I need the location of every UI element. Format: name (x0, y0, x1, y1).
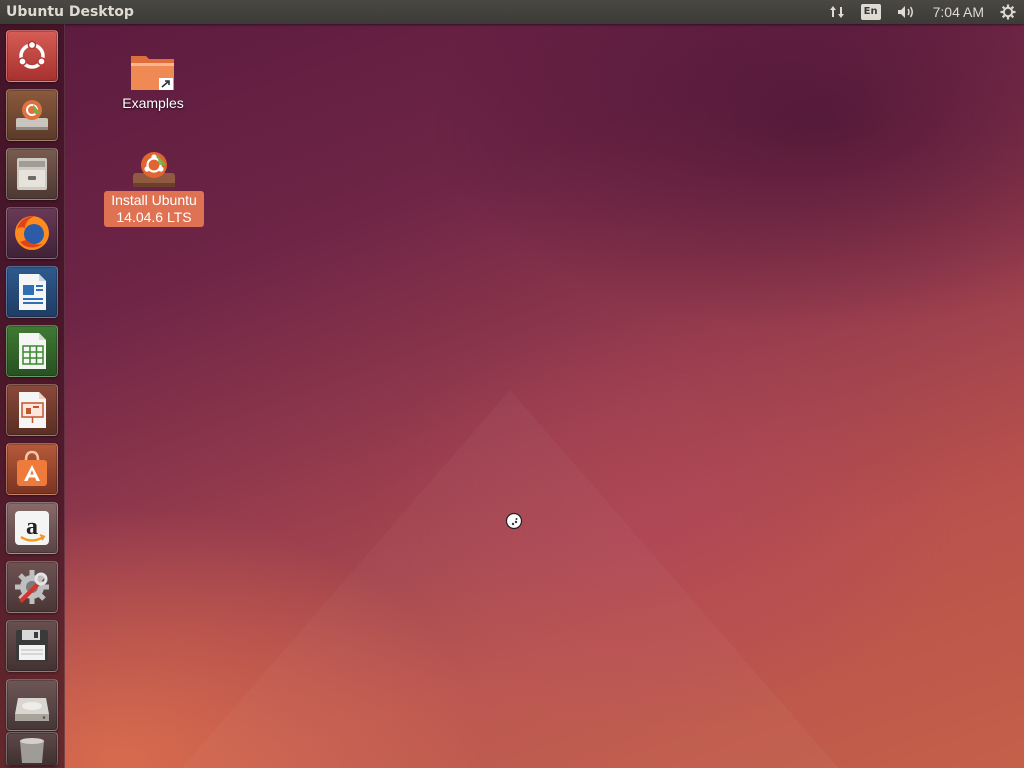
desktop-icon-label: Install Ubuntu 14.04.6 LTS (104, 191, 204, 227)
settings-gear-icon[interactable] (992, 0, 1024, 24)
file-cabinet-icon[interactable] (6, 148, 58, 200)
folder-link-icon (131, 56, 174, 90)
hard-drive-icon[interactable] (6, 679, 58, 731)
clock[interactable]: 7:04 AM (925, 0, 992, 24)
launcher: a (0, 24, 65, 768)
svg-text:a: a (26, 514, 38, 540)
firefox-icon[interactable] (6, 207, 58, 259)
writer-doc-icon[interactable] (6, 266, 58, 318)
software-bag-icon[interactable] (6, 443, 58, 495)
sound-icon[interactable] (889, 0, 925, 24)
keyboard-layout-label: En (860, 4, 881, 20)
top-panel: Ubuntu Desktop En 7:04 AM (0, 0, 1024, 24)
network-updown-icon[interactable] (821, 0, 853, 24)
impress-presentation-icon[interactable] (6, 384, 58, 436)
indicator-area: En 7:04 AM (821, 0, 1024, 24)
ubuntu-logo-icon[interactable] (6, 30, 58, 82)
installer-icon[interactable] (6, 89, 58, 141)
trash-icon[interactable] (6, 732, 58, 766)
desktop-icon-install-ubuntu[interactable]: Install Ubuntu 14.04.6 LTS (103, 145, 205, 227)
desktop-icon-examples[interactable]: Examples (113, 50, 193, 113)
keyboard-layout-indicator[interactable]: En (853, 0, 889, 24)
window-title: Ubuntu Desktop (6, 4, 134, 20)
amazon-icon[interactable]: a (6, 502, 58, 554)
wallpaper-triangle (180, 390, 840, 768)
settings-wrench-icon[interactable] (6, 561, 58, 613)
busy-cursor-icon (505, 512, 523, 530)
calc-spreadsheet-icon[interactable] (6, 325, 58, 377)
desktop-icon-label: Examples (122, 95, 184, 111)
installer-icon (133, 152, 175, 187)
floppy-icon[interactable] (6, 620, 58, 672)
